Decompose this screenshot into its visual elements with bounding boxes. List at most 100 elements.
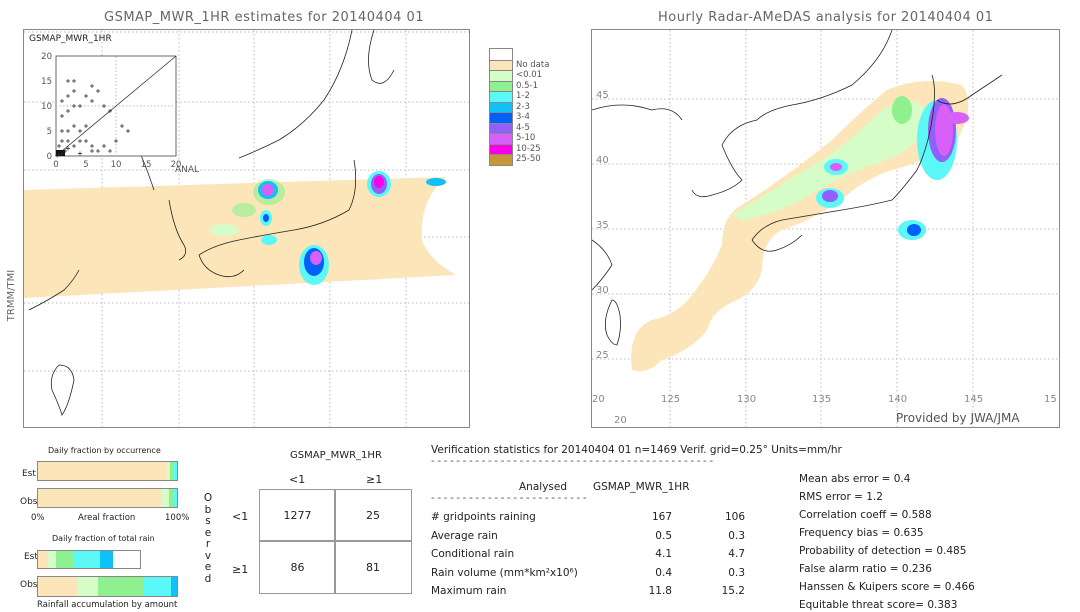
bar-segment xyxy=(171,577,177,596)
score-line: False alarm ratio = 0.236 xyxy=(799,563,932,575)
legend-item: 10-25 xyxy=(489,143,549,154)
total-rain-title: Daily fraction of total rain xyxy=(52,534,155,543)
inset-x-tick: 0 xyxy=(53,160,58,170)
lat-tick-25: 25 xyxy=(596,350,609,361)
legend-item: <0.01 xyxy=(489,70,549,81)
total-rain-est-bar xyxy=(37,550,141,569)
right-map: 45 40 35 30 25 20 20 125 130 135 140 145… xyxy=(591,29,1060,428)
legend-item: 0.5-1 xyxy=(489,80,549,91)
observed-letter: d xyxy=(204,572,212,585)
legend-swatch xyxy=(489,112,513,123)
contingency-cell-ge1-lt1: 86 xyxy=(259,540,336,594)
lon-tick-135: 135 xyxy=(812,394,832,405)
lon-tick-130: 130 xyxy=(737,394,757,405)
occurrence-obs-bar xyxy=(37,488,178,508)
legend-label: 10-25 xyxy=(516,143,541,154)
stat-label: Conditional rain xyxy=(431,548,515,560)
legend-label: 0.5-1 xyxy=(516,80,538,91)
inset-x-tick: 10 xyxy=(111,160,122,170)
score-line: Probability of detection = 0.485 xyxy=(799,545,967,557)
stat-gsmap: 15.2 xyxy=(721,585,745,597)
stat-gsmap: 4.7 xyxy=(728,548,745,560)
observed-letter: O xyxy=(203,492,213,504)
observed-letter: s xyxy=(205,515,211,527)
bar-segment xyxy=(100,551,114,568)
stat-gsmap: 0.3 xyxy=(728,566,745,579)
legend-swatch xyxy=(489,49,513,60)
legend-label: <0.01 xyxy=(516,70,543,81)
legend-swatch xyxy=(489,154,513,165)
lon-tick-120: 20 xyxy=(592,394,605,405)
total-rain-est-label: Est xyxy=(24,552,38,562)
occurrence-title: Daily fraction by occurrence xyxy=(48,446,161,455)
occurrence-obs-label: Obs xyxy=(20,497,38,507)
col-gsmap: GSMAP_MWR_1HR xyxy=(593,481,690,493)
occurrence-axis-left: 0% xyxy=(31,513,45,523)
legend-swatch xyxy=(489,133,513,144)
stat-gsmap: 0.3 xyxy=(728,529,745,542)
legend-label: 25-50 xyxy=(516,154,541,165)
legend-swatch xyxy=(489,101,513,112)
bar-segment xyxy=(76,577,98,596)
inset-x-tick: 5 xyxy=(83,160,88,170)
legend-item: 25-50 xyxy=(489,154,549,165)
bar-segment xyxy=(38,462,168,480)
legend-label: 4-5 xyxy=(516,122,530,133)
score-line: RMS error = 1.2 xyxy=(799,491,883,503)
satellite-swath xyxy=(24,177,456,298)
lat-tick-40: 40 xyxy=(596,155,609,166)
stat-label: Rain volume (mm*km²x10⁶) xyxy=(431,566,578,579)
inset-y-tick: 15 xyxy=(41,77,52,87)
contingency-col-ge1: ≥1 xyxy=(366,473,383,486)
left-side-label: TRMM/TMI xyxy=(6,269,18,322)
legend-item xyxy=(489,49,549,60)
inset-scatter: 051015200 5 10 15 20 xyxy=(41,52,181,170)
legend-swatch xyxy=(489,80,513,91)
legend-label: 3-4 xyxy=(516,112,530,123)
bar-segment xyxy=(97,577,144,596)
inset-x-tick: 15 xyxy=(141,160,152,170)
data-credit: Provided by JWA/JMA xyxy=(896,411,1020,425)
legend-swatch xyxy=(489,143,513,154)
bar-segment xyxy=(143,577,172,596)
occurrence-est-bar xyxy=(37,461,178,481)
occurrence-axis-label: Areal fraction xyxy=(78,513,136,523)
stat-label: Maximum rain xyxy=(431,585,507,597)
occurrence-est-label: Est xyxy=(22,469,36,479)
contingency-row-header: Observed xyxy=(202,492,214,585)
legend-label: 5-10 xyxy=(516,133,536,144)
bar-segment xyxy=(48,551,57,568)
stat-analysed: 11.8 xyxy=(648,585,672,597)
lon-tick-150: 15 xyxy=(1044,394,1057,405)
left-map-title: GSMAP_MWR_1HR estimates for 20140404 01 xyxy=(104,10,425,25)
legend-item: 2-3 xyxy=(489,101,549,112)
inset-y-tick: 5 xyxy=(47,127,52,137)
stat-analysed: 0.4 xyxy=(655,566,672,579)
verification-subdivider: - - - - - - - - - - - - - - - - - - - - … xyxy=(431,492,587,504)
legend-swatch xyxy=(489,59,513,70)
legend-swatch xyxy=(489,122,513,133)
observed-letter: e xyxy=(204,561,212,573)
legend-item: 1-2 xyxy=(489,91,549,102)
contingency-col-lt1: <1 xyxy=(289,473,306,486)
contingency-cell-lt1-ge1: 25 xyxy=(334,489,412,542)
contingency-cell-lt1-lt1: 1277 xyxy=(259,489,336,542)
stat-analysed: 4.1 xyxy=(655,548,672,560)
legend-item: 5-10 xyxy=(489,133,549,144)
color-legend: No data <0.01 0.5-1 1-2 2-3 3-4 4-5 5-10 10-25 25… xyxy=(489,48,549,166)
left-map: GSMAP_MWR_1HR 0 5 10 15 20 0 5 10 15 20 ANAL xyxy=(23,29,470,428)
legend-item: 3-4 xyxy=(489,112,549,123)
score-line: Frequency bias = 0.635 xyxy=(799,527,924,539)
contingency-col-header: GSMAP_MWR_1HR xyxy=(290,450,382,461)
inset-y-tick: 0 xyxy=(47,152,52,162)
contingency-row-ge1: ≥1 xyxy=(232,563,249,576)
right-map-svg xyxy=(592,30,1059,427)
bar-segment xyxy=(73,551,101,568)
contingency-cell-ge1-ge1: 81 xyxy=(334,540,412,594)
stat-gsmap: 106 xyxy=(724,511,745,523)
score-line: Mean abs error = 0.4 xyxy=(799,473,911,485)
contingency-row-lt1: <1 xyxy=(232,510,249,523)
score-line: Correlation coeff = 0.588 xyxy=(799,509,932,521)
score-line: Hanssen & Kuipers score = 0.466 xyxy=(799,581,975,593)
score-line: Equitable threat score= 0.383 xyxy=(799,599,958,611)
